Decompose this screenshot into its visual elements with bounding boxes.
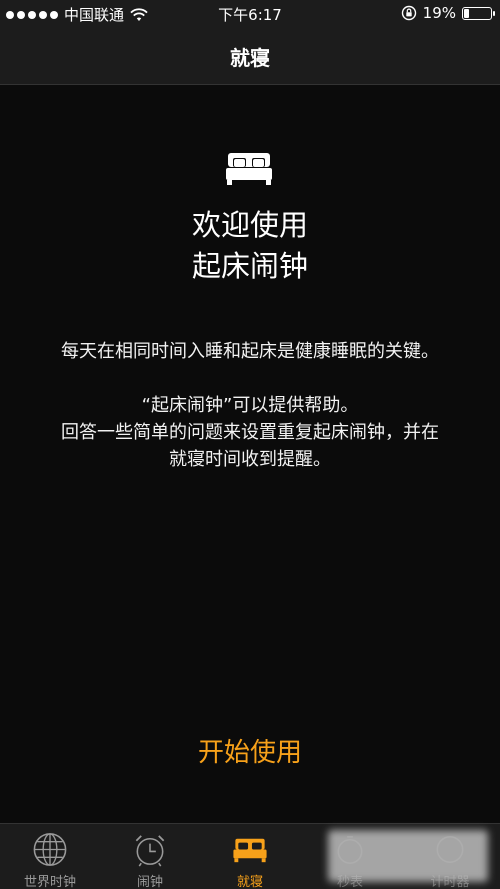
page-title: 就寝 [230, 45, 270, 70]
alarm-clock-icon [135, 835, 165, 867]
battery-fill [464, 8, 470, 18]
navigation-bar: 就寝 [0, 28, 500, 85]
status-bar: 中国联通 下午6:17 19% [0, 0, 500, 28]
get-started-button[interactable]: 开始使用 [0, 732, 500, 769]
welcome-line-1: 欢迎使用 [191, 208, 308, 242]
tab-alarm[interactable]: 闹钟 [100, 824, 200, 889]
battery-icon [462, 6, 495, 20]
globe-icon [33, 833, 67, 866]
description-paragraph-1: 每天在相同时间入睡和起床是健康睡眠的关键。 [61, 341, 439, 362]
tab-bedtime[interactable]: 就寝 [200, 824, 300, 889]
description: 每天在相同时间入睡和起床是健康睡眠的关键。 “起床闹钟”可以提供帮助。 回答一些… [55, 338, 445, 473]
bed-icon [226, 153, 272, 185]
orientation-lock-icon [401, 5, 416, 21]
bed-icon [233, 838, 267, 863]
welcome-line-2: 起床闹钟 [191, 249, 308, 283]
battery-percent: 19% [422, 4, 456, 22]
welcome-heading: 欢迎使用 起床闹钟 [0, 205, 500, 287]
bedtime-screen: 中国联通 下午6:17 19% 就寝 欢迎使用 起床闹钟 每天在相同时间入睡和起… [0, 0, 500, 889]
blurred-watermark [328, 830, 488, 882]
tab-label-world-clock: 世界时钟 [23, 875, 76, 889]
tab-label-alarm: 闹钟 [136, 875, 163, 889]
status-right: 19% [401, 4, 495, 22]
tab-bar: 世界时钟 闹钟 就寝 秒表 计时器 [0, 823, 500, 889]
description-paragraph-2-line-1: “起床闹钟”可以提供帮助。 [141, 395, 359, 416]
tab-world-clock[interactable]: 世界时钟 [0, 824, 100, 889]
tab-label-bedtime: 就寝 [236, 875, 263, 889]
description-paragraph-2-line-2: 回答一些简单的问题来设置重复起床闹钟，并在就寝时间收到提醒。 [61, 422, 439, 470]
